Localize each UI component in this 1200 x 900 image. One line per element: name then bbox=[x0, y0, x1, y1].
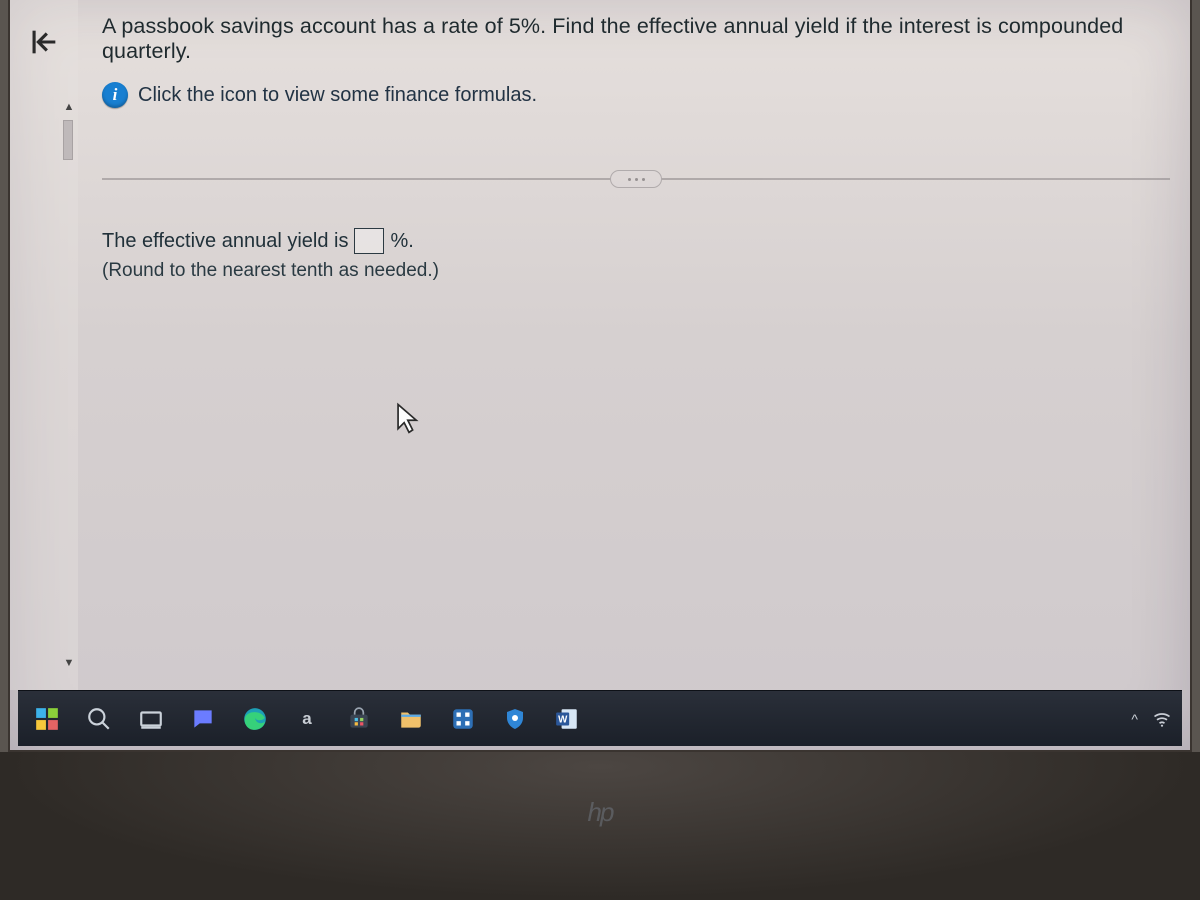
wifi-button[interactable] bbox=[1152, 709, 1172, 729]
answer-prefix: The effective annual yield is bbox=[102, 230, 348, 253]
word-button[interactable]: W bbox=[548, 700, 586, 738]
screen-area: ▲ ▼ A passbook savings account has a rat… bbox=[8, 0, 1192, 752]
laptop-bezel: hp bbox=[0, 752, 1200, 900]
windows-taskbar: a bbox=[18, 690, 1182, 746]
word-icon: W bbox=[554, 706, 580, 732]
file-explorer-button[interactable] bbox=[392, 700, 430, 738]
hp-logo: hp bbox=[570, 782, 630, 842]
grid-icon bbox=[450, 706, 476, 732]
windows-logo-icon bbox=[34, 706, 60, 732]
task-view-button[interactable] bbox=[132, 700, 170, 738]
search-icon bbox=[86, 706, 112, 732]
answer-suffix: %. bbox=[390, 230, 413, 253]
answer-input[interactable] bbox=[354, 228, 384, 254]
amazon-button[interactable]: a bbox=[288, 700, 326, 738]
ellipsis-dot-icon bbox=[628, 178, 631, 181]
shield-icon bbox=[503, 707, 527, 731]
svg-text:W: W bbox=[558, 714, 568, 725]
system-tray: ^ bbox=[1131, 709, 1172, 729]
scroll-thumb[interactable] bbox=[63, 120, 73, 160]
info-row: i Click the icon to view some finance fo… bbox=[88, 64, 1184, 108]
edge-button[interactable] bbox=[236, 700, 274, 738]
security-button[interactable] bbox=[496, 700, 534, 738]
collapse-panel-button[interactable] bbox=[22, 20, 66, 64]
amazon-icon: a bbox=[302, 709, 311, 729]
scroll-down-button[interactable]: ▼ bbox=[62, 656, 76, 670]
start-button[interactable] bbox=[28, 700, 66, 738]
scroll-up-button[interactable]: ▲ bbox=[62, 100, 76, 114]
info-icon[interactable]: i bbox=[102, 82, 128, 108]
info-link-text[interactable]: Click the icon to view some finance form… bbox=[138, 84, 537, 107]
answer-line: The effective annual yield is %. bbox=[102, 228, 1170, 254]
folder-icon bbox=[398, 706, 424, 732]
tray-overflow-button[interactable]: ^ bbox=[1131, 711, 1138, 727]
edge-icon bbox=[242, 706, 268, 732]
store-button[interactable] bbox=[340, 700, 378, 738]
question-text: A passbook savings account has a rate of… bbox=[88, 4, 1184, 64]
section-divider bbox=[102, 178, 1170, 180]
ellipsis-dot-icon bbox=[635, 178, 638, 181]
mouse-cursor-icon bbox=[394, 402, 424, 436]
wifi-icon bbox=[1152, 709, 1172, 729]
ellipsis-dot-icon bbox=[642, 178, 645, 181]
question-content: A passbook savings account has a rate of… bbox=[88, 4, 1184, 690]
settings-tile-button[interactable] bbox=[444, 700, 482, 738]
store-icon bbox=[346, 706, 372, 732]
vertical-scrollbar[interactable]: ▲ ▼ bbox=[60, 100, 78, 670]
left-gutter: ▲ ▼ bbox=[10, 0, 78, 690]
search-button[interactable] bbox=[80, 700, 118, 738]
chat-icon bbox=[190, 706, 216, 732]
divider-menu-button[interactable] bbox=[610, 170, 662, 188]
answer-block: The effective annual yield is %. (Round … bbox=[88, 180, 1184, 282]
answer-hint: (Round to the nearest tenth as needed.) bbox=[102, 260, 1170, 282]
chat-button[interactable] bbox=[184, 700, 222, 738]
task-view-icon bbox=[138, 706, 164, 732]
arrow-bar-left-icon bbox=[27, 25, 61, 59]
